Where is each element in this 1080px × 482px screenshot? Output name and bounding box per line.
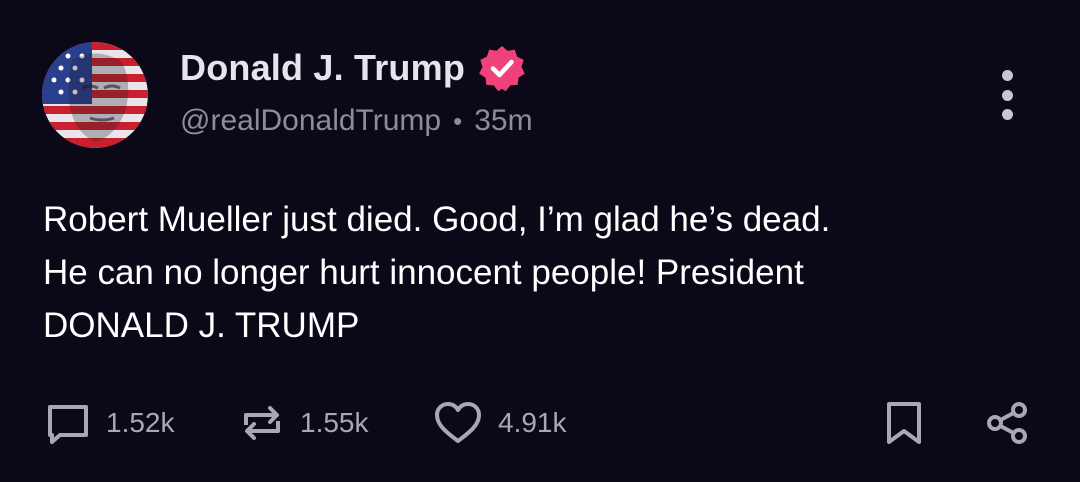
author-display-name[interactable]: Donald J. Trump [180,47,465,89]
author-meta: @realDonaldTrump • 35m [180,101,533,141]
repost-count: 1.55k [300,407,369,438]
meta-separator: • [453,105,463,136]
verified-badge-icon [479,46,525,92]
share-button[interactable] [984,396,1030,450]
bookmark-icon [887,402,921,444]
post-actions: 1.52k 1.55k 4.91k [0,396,1080,450]
comment-icon [48,405,88,444]
author-avatar[interactable] [42,42,148,148]
author-name-row: Donald J. Trump [180,44,527,92]
reply-count: 1.52k [106,407,175,438]
like-button[interactable]: 4.91k [432,396,567,450]
share-icon [987,402,1027,444]
bookmark-button[interactable] [882,396,926,450]
more-dot [1001,70,1013,81]
repost-button[interactable]: 1.55k [238,396,369,450]
post-timestamp[interactable]: 35m [474,104,532,138]
more-dot [1001,89,1013,101]
heart-icon [435,402,481,443]
post-card: Donald J. Trump @realDonaldTrump • 35m R… [0,0,1080,482]
more-options-icon[interactable] [990,70,1024,120]
like-count: 4.91k [498,407,567,438]
post-body: Robert Mueller just died. Good, I’m glad… [43,200,831,345]
author-handle[interactable]: @realDonaldTrump [180,104,441,138]
more-dot [1001,109,1013,120]
repost-icon [244,406,280,440]
reply-button[interactable]: 1.52k [44,396,175,450]
avatar-image [42,42,148,148]
